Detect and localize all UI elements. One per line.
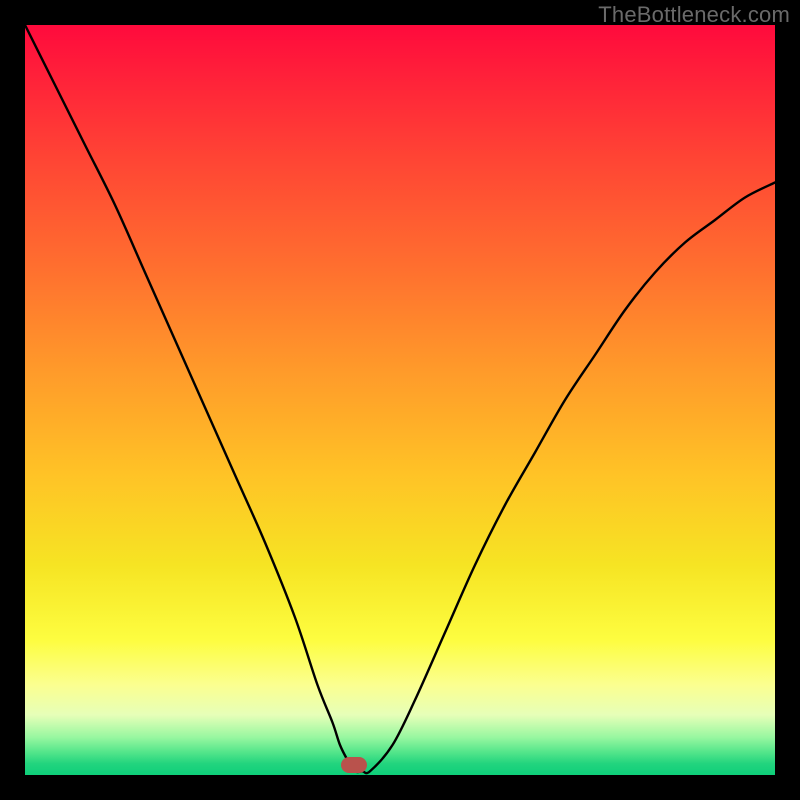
- chart-frame: TheBottleneck.com: [0, 0, 800, 800]
- watermark-text: TheBottleneck.com: [598, 2, 790, 28]
- curve-line: [25, 25, 775, 775]
- plot-area: [25, 25, 775, 775]
- optimum-marker: [341, 757, 367, 773]
